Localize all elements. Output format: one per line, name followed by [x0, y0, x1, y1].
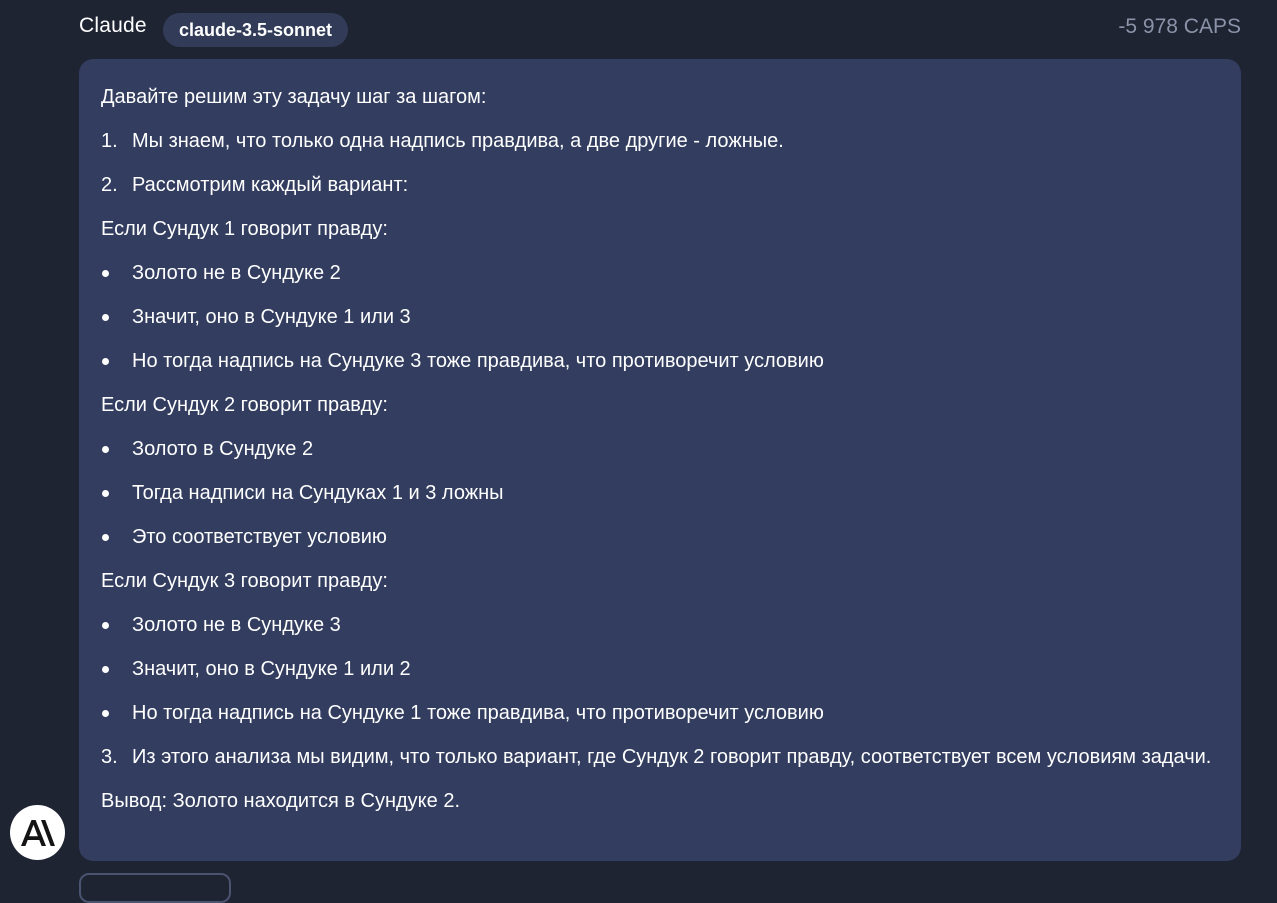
intro-text: Давайте решим эту задачу шаг за шагом: [101, 86, 487, 108]
step-text: Мы знаем, что только одна надпись правди… [132, 130, 784, 152]
step-text: Из этого анализа мы видим, что только ва… [132, 746, 1212, 768]
bullet-icon [102, 666, 109, 673]
bullet-icon [102, 622, 109, 629]
message-bubble: Давайте решим эту задачу шаг за шагом: 1… [79, 59, 1241, 861]
message-header: Claude claude-3.5-sonnet -5 978 CAPS [79, 10, 1241, 50]
step-2: 2. Рассмотрим каждый вариант: [101, 170, 1219, 200]
assistant-avatar [10, 805, 65, 860]
case-2-title: Если Сундук 2 говорит правду: [101, 394, 388, 416]
list-item: Значит, оно в Сундуке 1 или 2 [101, 654, 1219, 684]
step-text: Рассмотрим каждый вариант: [132, 174, 409, 196]
list-item-text: Значит, оно в Сундуке 1 или 3 [132, 306, 411, 328]
list-item-text: Но тогда надпись на Сундуке 1 тоже правд… [132, 702, 824, 724]
step-3: 3. Из этого анализа мы видим, что только… [101, 742, 1219, 772]
list-item: Значит, оно в Сундуке 1 или 3 [101, 302, 1219, 332]
case-3-title: Если Сундук 3 говорит правду: [101, 570, 388, 592]
bullet-icon [102, 358, 109, 365]
list-item: Золото в Сундуке 2 [101, 434, 1219, 464]
step-number: 1. [101, 130, 118, 152]
list-item-text: Тогда надписи на Сундуках 1 и 3 ложны [132, 482, 504, 504]
sender-name: Claude [79, 14, 147, 37]
bullet-icon [102, 490, 109, 497]
conclusion-text: Вывод: Золото находится в Сундуке 2. [101, 790, 461, 812]
list-item-text: Золото в Сундуке 2 [132, 438, 314, 460]
list-item: Тогда надписи на Сундуках 1 и 3 ложны [101, 478, 1219, 508]
list-item-text: Это соответствует условию [132, 526, 387, 548]
list-item: Но тогда надпись на Сундуке 3 тоже правд… [101, 346, 1219, 376]
model-badge[interactable]: claude-3.5-sonnet [163, 13, 349, 47]
list-item: Золото не в Сундуке 2 [101, 258, 1219, 288]
list-item-text: Золото не в Сундуке 2 [132, 262, 341, 284]
list-item: Это соответствует условию [101, 522, 1219, 552]
action-button[interactable] [79, 873, 231, 903]
case-1-title: Если Сундук 1 говорит правду: [101, 218, 388, 240]
bullet-icon [102, 446, 109, 453]
list-item: Золото не в Сундуке 3 [101, 610, 1219, 640]
step-number: 2. [101, 174, 118, 196]
list-item-text: Но тогда надпись на Сундуке 3 тоже правд… [132, 350, 824, 372]
list-item-text: Золото не в Сундуке 3 [132, 614, 341, 636]
list-item-text: Значит, оно в Сундуке 1 или 2 [132, 658, 411, 680]
bullet-icon [102, 314, 109, 321]
step-1: 1. Мы знаем, что только одна надпись пра… [101, 126, 1219, 156]
bullet-icon [102, 534, 109, 541]
list-item: Но тогда надпись на Сундуке 1 тоже правд… [101, 698, 1219, 728]
bullet-icon [102, 270, 109, 277]
caps-cost: -5 978 CAPS [1118, 15, 1241, 38]
bullet-icon [102, 710, 109, 717]
anthropic-logo-icon [20, 819, 55, 846]
